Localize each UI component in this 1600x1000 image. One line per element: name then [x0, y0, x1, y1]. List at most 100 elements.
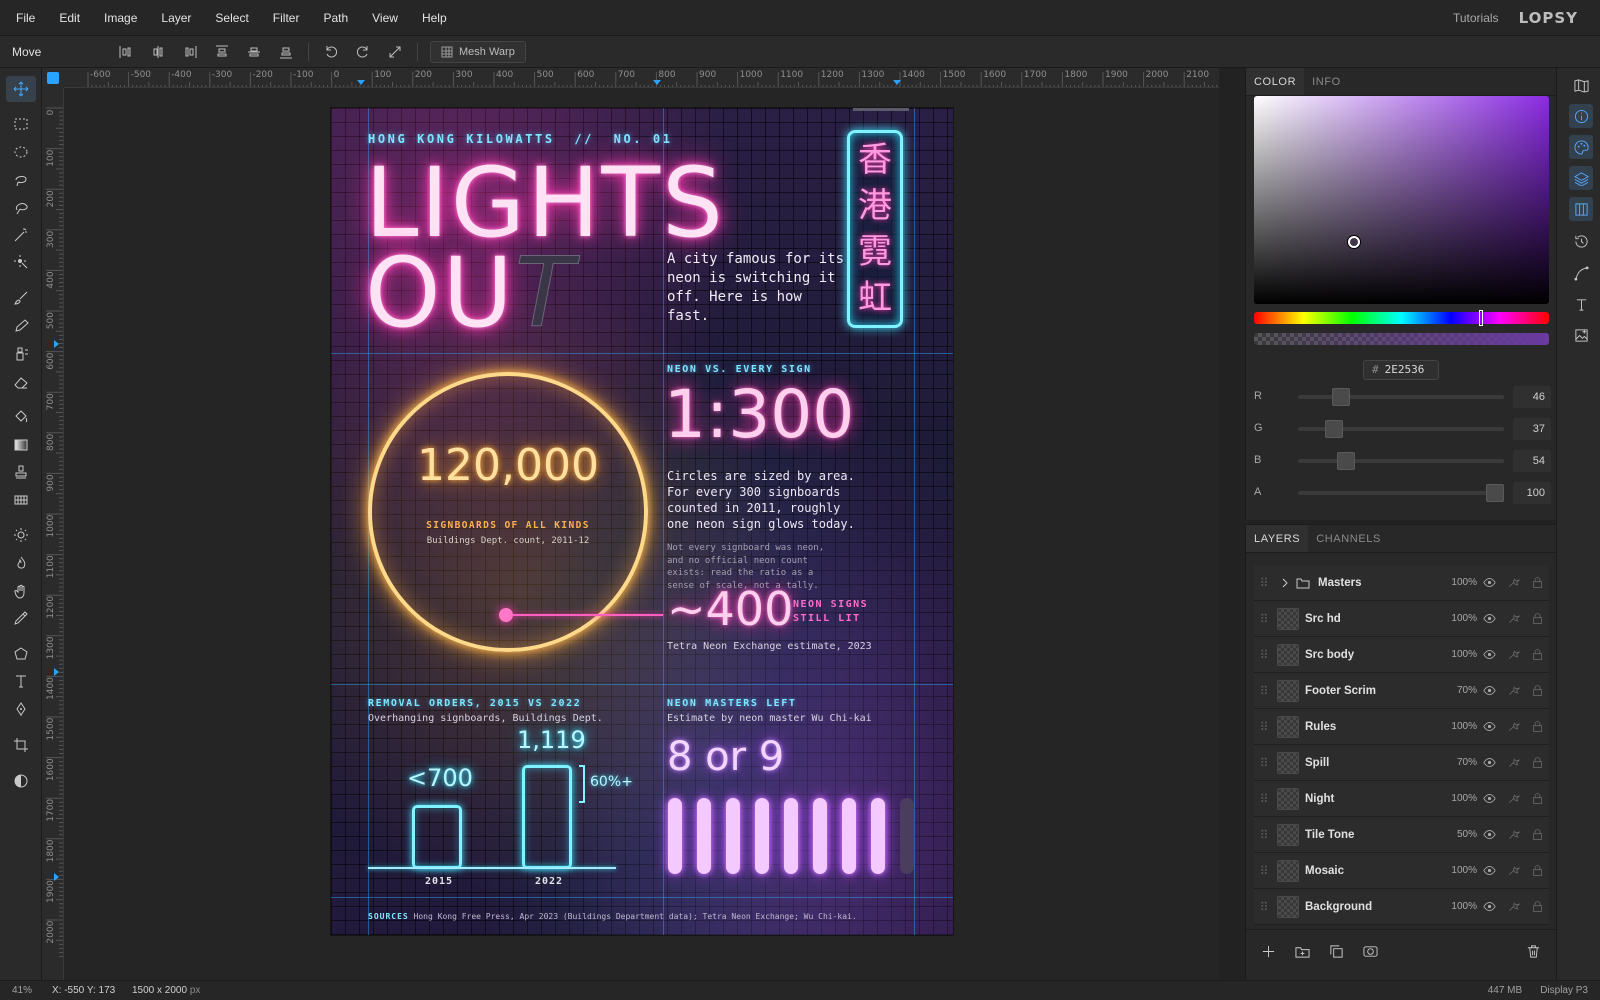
duplicate-icon[interactable] [1326, 942, 1346, 962]
clone-icon[interactable] [6, 341, 36, 367]
drag-handle-icon[interactable]: ⠿ [1254, 864, 1274, 878]
magnetic-lasso-icon[interactable] [6, 194, 36, 220]
text-icon[interactable] [6, 668, 36, 694]
magic-wand-icon[interactable] [6, 222, 36, 248]
layer-row[interactable]: ⠿ Footer Scrim 70% [1254, 673, 1549, 709]
hue-slider[interactable] [1254, 310, 1549, 326]
vertical-ruler[interactable]: 0 100 200 300 400 500 600 700 800 900 1000 1100 1200… [42, 88, 64, 980]
layer-row[interactable]: ⠿ Tile Tone 50% [1254, 817, 1549, 853]
menu-path[interactable]: Path [311, 0, 360, 36]
eye-icon[interactable] [1477, 828, 1501, 841]
gradient-icon[interactable] [6, 432, 36, 458]
channel-slider-handle[interactable] [1486, 484, 1504, 502]
zoom-level[interactable]: 41% [0, 985, 46, 996]
layer-name[interactable]: Footer Scrim [1305, 685, 1425, 697]
paths-icon[interactable] [1569, 261, 1593, 285]
layer-name[interactable]: Spill [1305, 757, 1425, 769]
pencil-icon[interactable] [6, 313, 36, 339]
eye-icon[interactable] [1477, 612, 1501, 625]
sv-picker-handle[interactable] [1348, 236, 1360, 248]
layer-opacity[interactable]: 50% [1443, 829, 1477, 840]
layer-row[interactable]: ⠿ Background 100% [1254, 889, 1549, 925]
drag-handle-icon[interactable]: ⠿ [1254, 792, 1274, 806]
horizontal-ruler[interactable]: -600 -500 -400 -300 -200 -100 0 100 200 300 400 500… [64, 68, 1219, 88]
contrast-icon[interactable] [6, 768, 36, 794]
layer-row[interactable]: ⠿ Masters 100% [1254, 565, 1549, 601]
history-icon[interactable] [1569, 229, 1593, 253]
layer-opacity[interactable]: 100% [1443, 649, 1477, 660]
layer-name[interactable]: Src hd [1305, 613, 1425, 625]
mask-icon[interactable] [1360, 942, 1380, 962]
layer-name[interactable]: Background [1305, 901, 1425, 913]
layer-name[interactable]: Src body [1305, 649, 1425, 661]
drag-handle-icon[interactable]: ⠿ [1254, 828, 1274, 842]
channels-icon[interactable] [1569, 197, 1593, 221]
ellipse-select-icon[interactable] [6, 139, 36, 165]
lock-icon[interactable] [1525, 828, 1549, 841]
info-icon[interactable] [1569, 104, 1593, 128]
channel-slider-handle[interactable] [1331, 388, 1350, 406]
channel-value-input[interactable]: 54 [1513, 450, 1551, 472]
effects-icon[interactable] [1501, 720, 1525, 733]
fit-expand-icon[interactable] [379, 36, 411, 68]
align-top-icon[interactable] [206, 36, 238, 68]
layer-name[interactable]: Mosaic [1305, 865, 1425, 877]
layer-name[interactable]: Masters [1318, 577, 1438, 589]
channel-slider-handle[interactable] [1337, 452, 1356, 470]
menu-help[interactable]: Help [410, 0, 459, 36]
align-center-h-icon[interactable] [142, 36, 174, 68]
layer-opacity[interactable]: 100% [1443, 901, 1477, 912]
tab-info[interactable]: INFO [1304, 68, 1349, 95]
lock-icon[interactable] [1525, 720, 1549, 733]
channel-value-input[interactable]: 46 [1513, 386, 1551, 408]
eye-icon[interactable] [1477, 684, 1501, 697]
tab-layers[interactable]: LAYERS [1246, 525, 1309, 552]
layer-opacity[interactable]: 100% [1443, 613, 1477, 624]
burn-icon[interactable] [6, 550, 36, 576]
effects-icon[interactable] [1501, 576, 1525, 589]
layer-opacity[interactable]: 100% [1443, 793, 1477, 804]
channel-slider[interactable] [1298, 388, 1504, 406]
shape-icon[interactable] [6, 641, 36, 667]
layer-row[interactable]: ⠿ Spill 70% [1254, 745, 1549, 781]
align-right-icon[interactable] [174, 36, 206, 68]
drag-handle-icon[interactable]: ⠿ [1254, 612, 1274, 626]
eye-icon[interactable] [1477, 720, 1501, 733]
hue-slider-handle[interactable] [1479, 310, 1483, 326]
channel-slider[interactable] [1298, 452, 1504, 470]
menu-file[interactable]: File [0, 0, 47, 36]
rect-select-icon[interactable] [6, 111, 36, 137]
bucket-icon[interactable] [6, 404, 36, 430]
menu-view[interactable]: View [360, 0, 410, 36]
effects-icon[interactable] [1501, 864, 1525, 877]
eyedropper-icon[interactable] [6, 605, 36, 631]
poster-artboard[interactable]: HONG KONG KILOWATTS // NO. 01 LIGHTS OUT… [331, 108, 953, 935]
move-icon[interactable] [6, 76, 36, 102]
trash-icon[interactable] [1523, 942, 1543, 962]
tab-color[interactable]: COLOR [1246, 68, 1305, 95]
drag-handle-icon[interactable]: ⠿ [1254, 756, 1274, 770]
layer-opacity[interactable]: 100% [1443, 577, 1477, 588]
crop-icon[interactable] [6, 732, 36, 758]
menu-image[interactable]: Image [92, 0, 149, 36]
guide-line[interactable] [331, 684, 953, 685]
layers-icon[interactable] [1569, 166, 1593, 190]
layer-row[interactable]: ⠿ Rules 100% [1254, 709, 1549, 745]
lock-icon[interactable] [1525, 576, 1549, 589]
saturation-value-picker[interactable] [1254, 96, 1549, 304]
pattern-icon[interactable] [6, 487, 36, 513]
character-icon[interactable] [1569, 292, 1593, 316]
eraser-icon[interactable] [6, 369, 36, 395]
effects-icon[interactable] [1501, 828, 1525, 841]
lock-icon[interactable] [1525, 756, 1549, 769]
effects-icon[interactable] [1501, 648, 1525, 661]
effects-icon[interactable] [1501, 792, 1525, 805]
layer-row[interactable]: ⠿ Src body 100% [1254, 637, 1549, 673]
eye-icon[interactable] [1477, 648, 1501, 661]
dodge-icon[interactable] [6, 522, 36, 548]
palette-icon[interactable] [1569, 135, 1593, 159]
eye-icon[interactable] [1477, 900, 1501, 913]
layer-name[interactable]: Night [1305, 793, 1425, 805]
align-left-icon[interactable] [110, 36, 142, 68]
tab-channels[interactable]: CHANNELS [1308, 525, 1389, 552]
